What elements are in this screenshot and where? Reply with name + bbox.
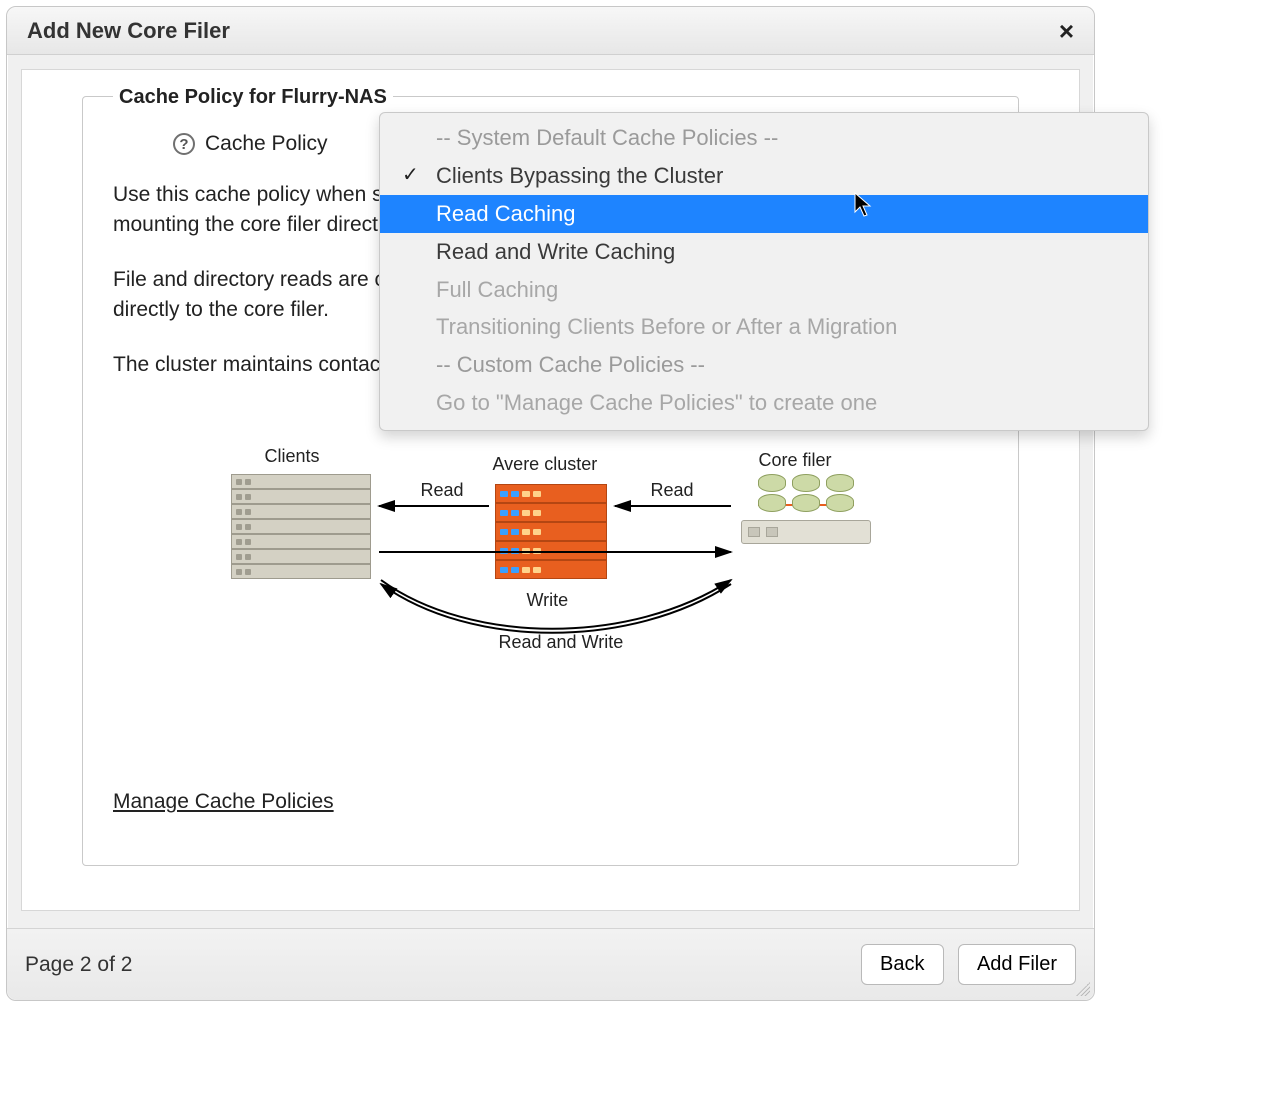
dropdown-group-system: -- System Default Cache Policies -- bbox=[380, 119, 1148, 157]
resize-grip-icon[interactable] bbox=[1076, 982, 1090, 996]
cache-policy-diagram: Clients Avere cluster Core filer Read Re… bbox=[231, 440, 871, 680]
close-icon[interactable]: × bbox=[1059, 18, 1074, 44]
manage-cache-policies-link[interactable]: Manage Cache Policies bbox=[113, 790, 334, 814]
cache-policy-dropdown[interactable]: -- System Default Cache Policies -- Clie… bbox=[379, 112, 1149, 431]
diagram-arrows bbox=[231, 440, 871, 680]
fieldset-legend: Cache Policy for Flurry-NAS bbox=[113, 86, 393, 109]
dropdown-option-full-caching[interactable]: Full Caching bbox=[380, 271, 1148, 309]
dropdown-option-goto-manage[interactable]: Go to "Manage Cache Policies" to create … bbox=[380, 384, 1148, 422]
dropdown-option-read-caching[interactable]: Read Caching bbox=[380, 195, 1148, 233]
page-indicator: Page 2 of 2 bbox=[25, 953, 132, 977]
dialog-footer: Page 2 of 2 Back Add Filer bbox=[7, 928, 1094, 1000]
add-filer-button[interactable]: Add Filer bbox=[958, 944, 1076, 985]
dropdown-option-bypass[interactable]: Clients Bypassing the Cluster bbox=[380, 157, 1148, 195]
mouse-cursor-icon bbox=[854, 192, 874, 218]
back-button[interactable]: Back bbox=[861, 944, 943, 985]
dialog-header: Add New Core Filer × bbox=[7, 7, 1094, 55]
dialog-title: Add New Core Filer bbox=[27, 18, 230, 44]
dropdown-option-read-write-caching[interactable]: Read and Write Caching bbox=[380, 233, 1148, 271]
dropdown-option-transitioning[interactable]: Transitioning Clients Before or After a … bbox=[380, 308, 1148, 346]
dropdown-group-custom: -- Custom Cache Policies -- bbox=[380, 346, 1148, 384]
help-icon[interactable]: ? bbox=[173, 133, 195, 155]
cache-policy-label: Cache Policy bbox=[205, 132, 328, 156]
